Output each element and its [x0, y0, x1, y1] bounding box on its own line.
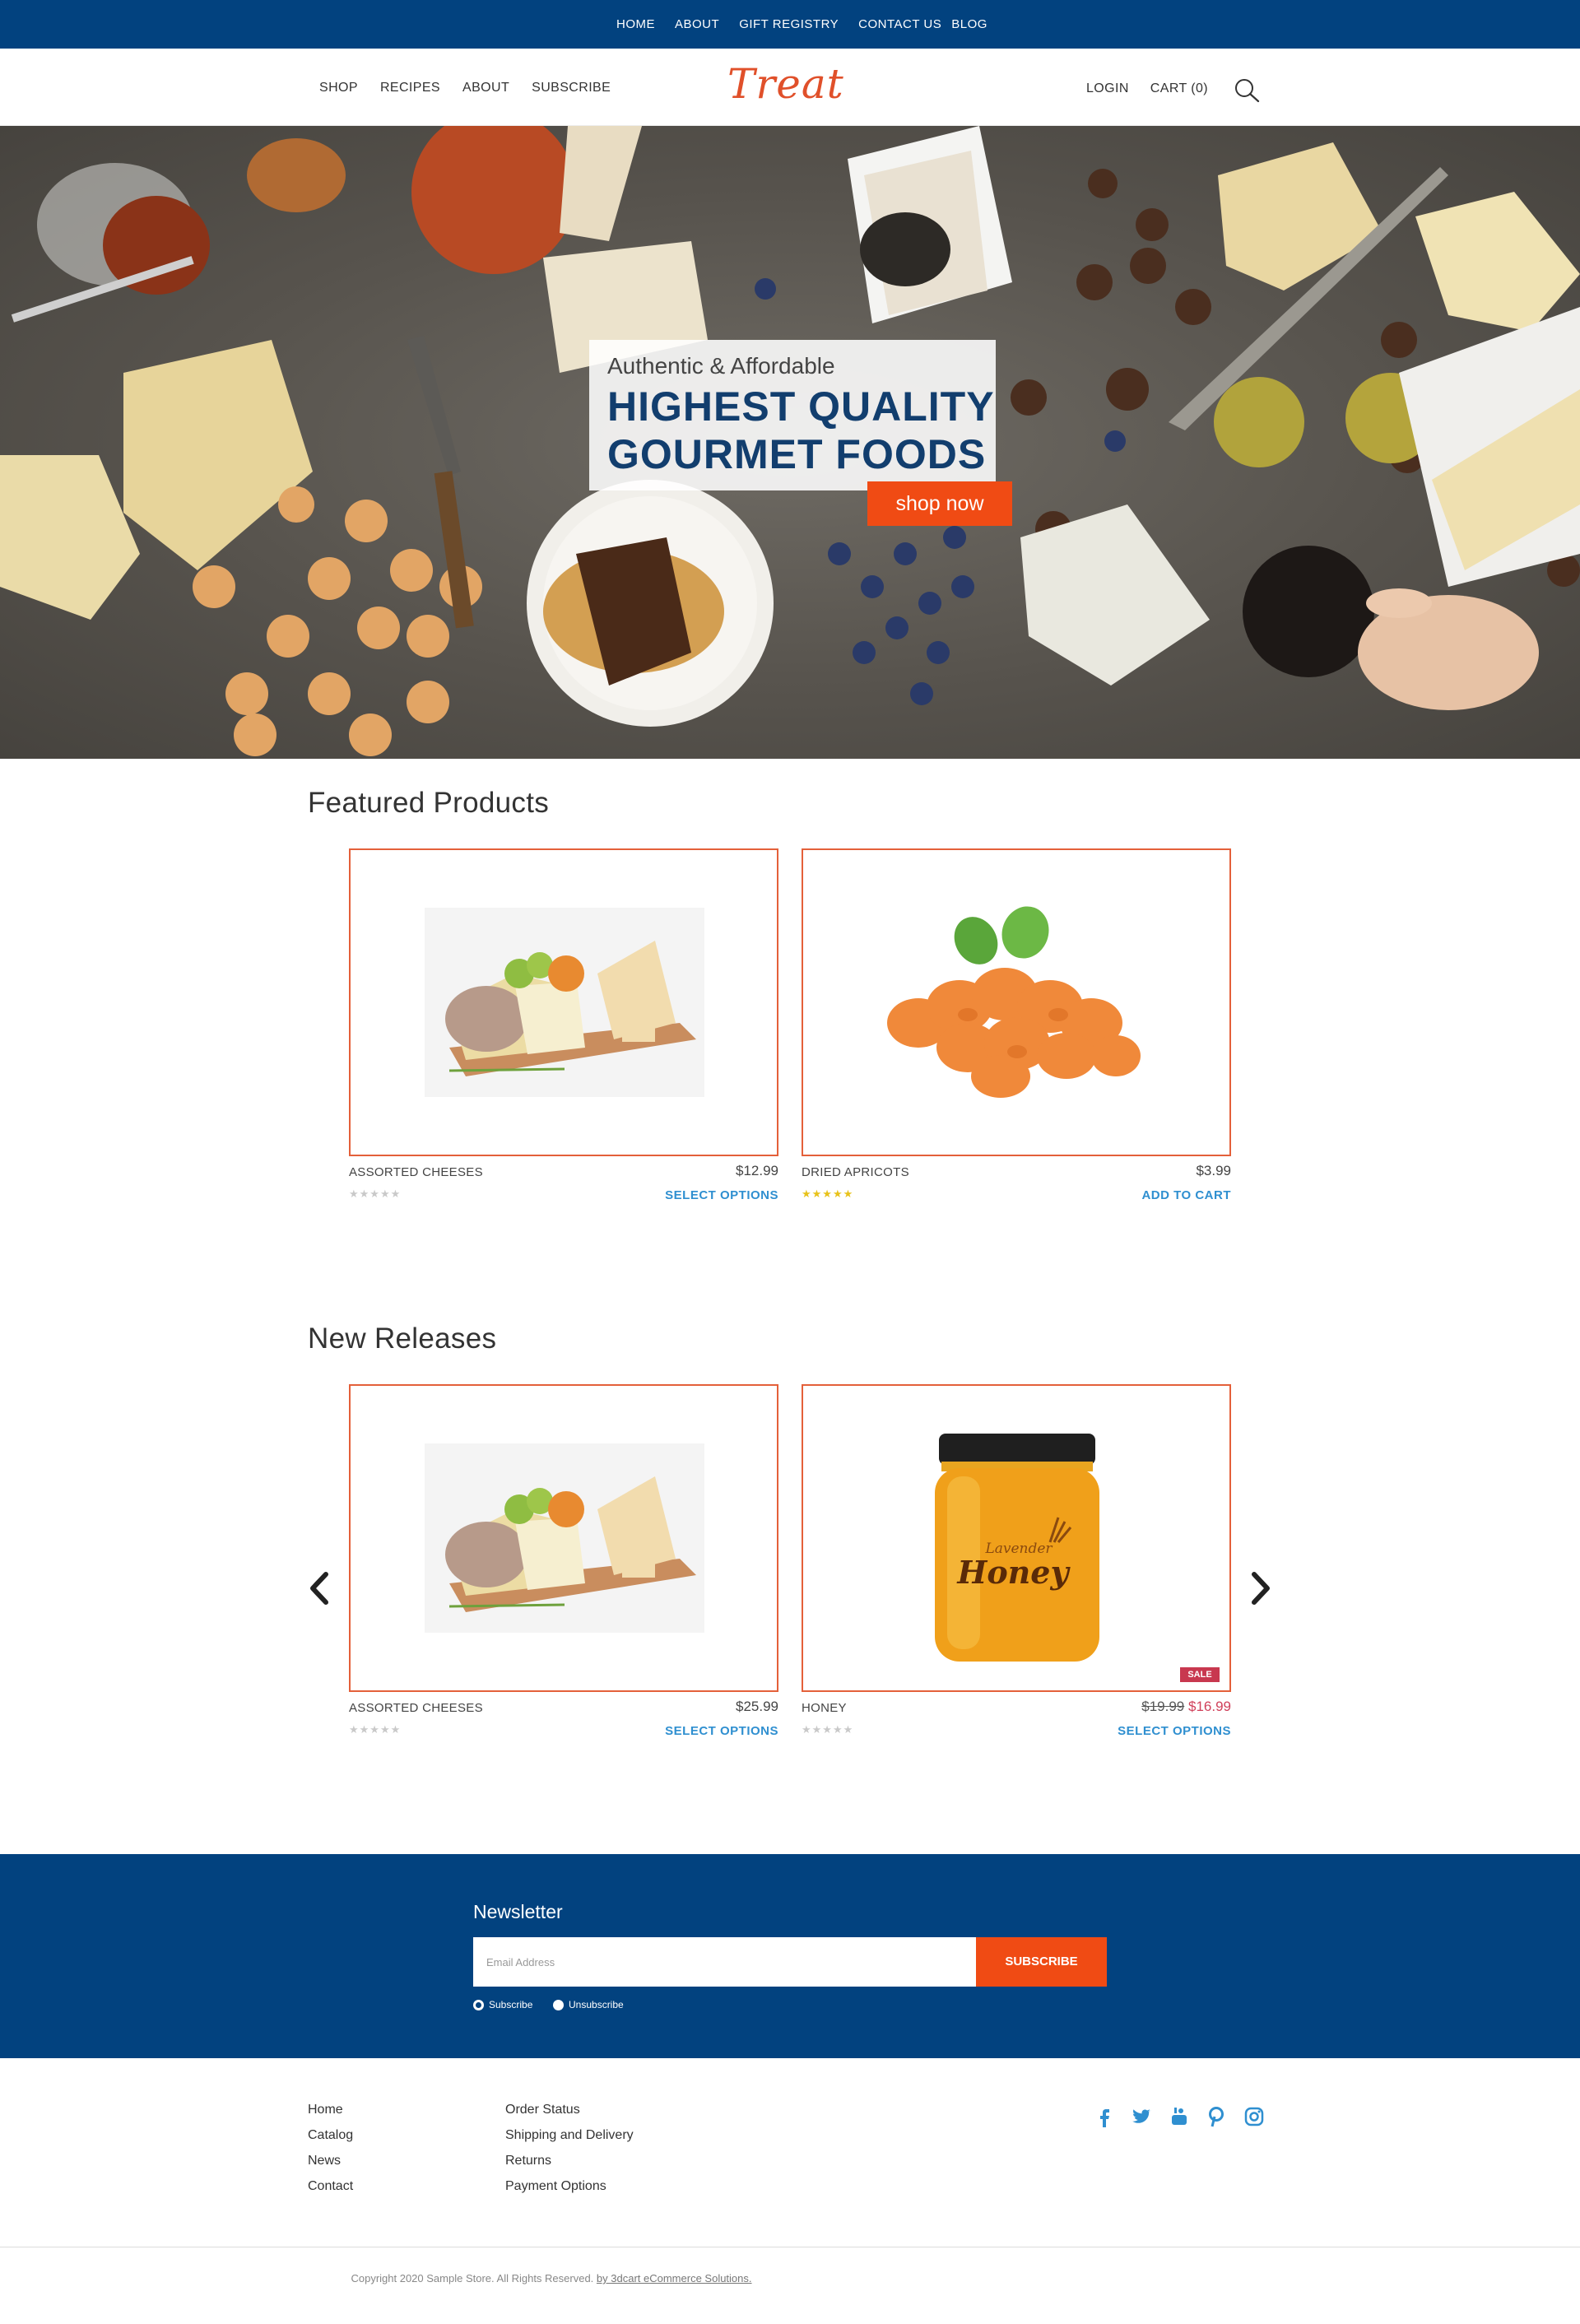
cheese-board-image	[425, 1443, 704, 1633]
top-nav-home[interactable]: HOME	[616, 17, 655, 31]
footer-link-shipping[interactable]: Shipping and Delivery	[505, 2128, 634, 2143]
top-nav-about[interactable]: ABOUT	[675, 17, 719, 31]
hero-banner: Authentic & Affordable HIGHEST QUALITY G…	[0, 126, 1580, 759]
dried-apricots-image	[887, 906, 1141, 1098]
shop-now-button[interactable]: shop now	[867, 481, 1012, 526]
top-nav-gift-registry[interactable]: GIFT REGISTRY	[739, 17, 839, 31]
search-icon[interactable]	[1233, 77, 1261, 104]
footer-link-home[interactable]: Home	[308, 2103, 343, 2117]
radio-label: Subscribe	[489, 1999, 533, 2010]
product-name[interactable]: DRIED APRICOTS	[802, 1165, 909, 1179]
radio-label: Unsubscribe	[569, 1999, 624, 2010]
copyright-text: Copyright 2020 Sample Store. All Rights …	[351, 2272, 594, 2284]
chevron-left-icon[interactable]	[303, 1568, 336, 1609]
product-name[interactable]: HONEY	[802, 1701, 847, 1715]
original-price: $19.99	[1141, 1699, 1185, 1714]
rating-stars: ★★★★★	[349, 1188, 402, 1200]
sale-badge: SALE	[1180, 1667, 1220, 1682]
copyright: Copyright 2020 Sample Store. All Rights …	[337, 2270, 765, 2288]
hero-title-line-1: HIGHEST QUALITY	[607, 383, 995, 430]
hero-subtitle: Authentic & Affordable	[607, 353, 835, 379]
radio-selected-icon[interactable]	[473, 1999, 484, 2010]
newsletter-title: Newsletter	[473, 1901, 563, 1922]
featured-products-heading: Featured Products	[308, 787, 550, 819]
add-to-cart-button[interactable]: ADD TO CART	[1083, 1188, 1231, 1202]
twitter-icon[interactable]	[1130, 2105, 1153, 2128]
top-nav-blog[interactable]: BLOG	[951, 17, 988, 31]
top-nav: HOME ABOUT GIFT REGISTRY CONTACT US BLOG	[616, 17, 988, 31]
rating-stars: ★★★★★	[349, 1723, 402, 1736]
newsletter-section: Newsletter SUBSCRIBE Subscribe Unsubscri…	[0, 1854, 1580, 2058]
hero-title-line-2: GOURMET FOODS	[607, 431, 987, 477]
hero-title: HIGHEST QUALITY GOURMET FOODS	[607, 383, 995, 478]
login-link[interactable]: LOGIN	[1086, 81, 1129, 96]
subscribe-button[interactable]: SUBSCRIBE	[976, 1937, 1107, 1987]
account-nav: LOGIN CART (0)	[1086, 81, 1229, 96]
main-header: SHOP RECIPES ABOUT SUBSCRIBE Treat LOGIN…	[0, 49, 1580, 126]
product-price: $3.99	[1196, 1163, 1231, 1178]
youtube-icon[interactable]	[1168, 2105, 1191, 2128]
cheese-board-image	[425, 908, 704, 1097]
product-card-image[interactable]: Lavender Honey	[802, 1384, 1231, 1692]
select-options-button[interactable]: SELECT OPTIONS	[630, 1724, 778, 1738]
nav-shop[interactable]: SHOP	[319, 81, 358, 95]
chevron-right-icon[interactable]	[1244, 1568, 1277, 1609]
product-price: $25.99	[736, 1699, 778, 1714]
select-options-button[interactable]: SELECT OPTIONS	[630, 1188, 778, 1202]
select-options-button[interactable]: SELECT OPTIONS	[1083, 1724, 1231, 1738]
instagram-icon[interactable]	[1243, 2105, 1266, 2128]
footer-link-catalog[interactable]: Catalog	[308, 2128, 353, 2143]
site-logo[interactable]: Treat	[727, 60, 851, 109]
nav-about[interactable]: ABOUT	[462, 81, 509, 95]
footer-link-payment[interactable]: Payment Options	[505, 2179, 606, 2194]
new-releases-heading: New Releases	[308, 1322, 497, 1355]
product-name[interactable]: ASSORTED CHEESES	[349, 1165, 483, 1179]
rating-stars: ★★★★★	[802, 1723, 854, 1736]
footer-link-order-status[interactable]: Order Status	[505, 2103, 580, 2117]
cart-link[interactable]: CART (0)	[1150, 81, 1208, 96]
footer-link-returns[interactable]: Returns	[505, 2154, 551, 2168]
product-card-image[interactable]	[349, 1384, 778, 1692]
product-name[interactable]: ASSORTED CHEESES	[349, 1701, 483, 1715]
email-field[interactable]	[473, 1937, 976, 1987]
platform-link[interactable]: by 3dcart eCommerce Solutions.	[597, 2272, 752, 2284]
product-card-image[interactable]	[349, 848, 778, 1156]
nav-subscribe[interactable]: SUBSCRIBE	[532, 81, 611, 95]
honey-jar-image: Lavender Honey	[935, 1434, 1099, 1662]
main-nav: SHOP RECIPES ABOUT SUBSCRIBE	[319, 81, 633, 95]
footer-link-news[interactable]: News	[308, 2154, 341, 2168]
jar-label-main: Honey	[956, 1554, 1071, 1591]
unsubscribe-radio[interactable]: Unsubscribe	[553, 1999, 624, 2010]
hero-message-box: Authentic & Affordable HIGHEST QUALITY G…	[589, 340, 996, 490]
product-price: $19.99 $16.99	[1108, 1699, 1231, 1715]
top-nav-contact-us[interactable]: CONTACT US	[858, 17, 941, 31]
footer-link-contact[interactable]: Contact	[308, 2179, 353, 2194]
facebook-icon[interactable]	[1093, 2105, 1116, 2128]
rating-stars: ★★★★★	[802, 1188, 854, 1200]
pinterest-icon[interactable]	[1205, 2105, 1228, 2128]
nav-recipes[interactable]: RECIPES	[380, 81, 440, 95]
product-card-image[interactable]	[802, 848, 1231, 1156]
logo-text: Treat	[727, 60, 844, 108]
radio-unselected-icon[interactable]	[553, 1999, 564, 2010]
top-bar: HOME ABOUT GIFT REGISTRY CONTACT US BLOG	[0, 0, 1580, 49]
sale-price: $16.99	[1188, 1699, 1231, 1714]
product-price: $12.99	[736, 1163, 778, 1178]
subscribe-radio[interactable]: Subscribe	[473, 1999, 532, 2010]
